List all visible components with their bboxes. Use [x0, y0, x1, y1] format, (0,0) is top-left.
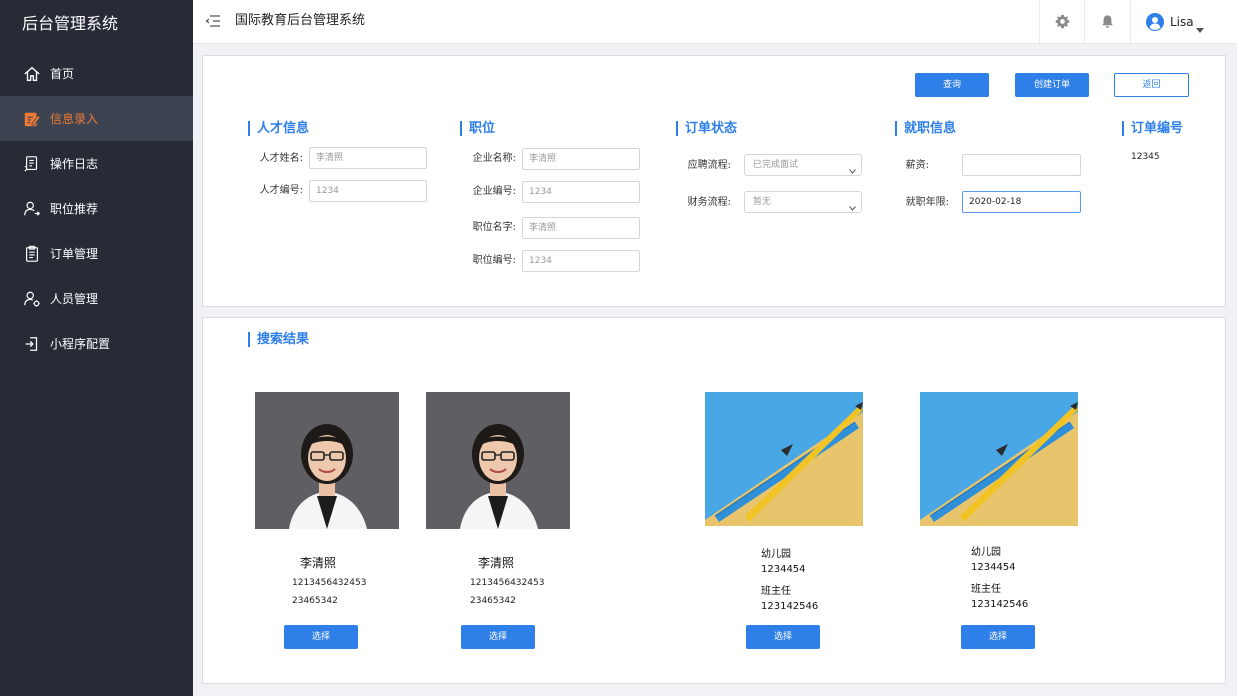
- user-settings-icon: [22, 289, 42, 309]
- position-photo: [705, 392, 863, 526]
- sidebar-item-miniprogram-config[interactable]: 小程序配置: [0, 321, 193, 366]
- position-line: 班主任: [761, 586, 791, 597]
- talent-id-label: 人才编号:: [259, 185, 303, 196]
- position-line: 123142546: [761, 601, 819, 612]
- query-button[interactable]: 查询: [915, 73, 989, 97]
- header-divider: [1039, 0, 1040, 44]
- top-header: 国际教育后台管理系统 Lisa: [193, 0, 1237, 44]
- position-id-input[interactable]: [522, 250, 640, 272]
- section-title-results: 搜索结果: [248, 332, 309, 347]
- page-title: 国际教育后台管理系统: [235, 13, 366, 28]
- apply-process-select[interactable]: 已完成面试: [744, 154, 862, 176]
- finance-process-label: 财务流程:: [687, 197, 731, 208]
- select-button[interactable]: 选择: [284, 625, 358, 649]
- sidebar-item-label: 信息录入: [50, 112, 99, 126]
- user-share-icon: [22, 199, 42, 219]
- header-divider: [1084, 0, 1085, 44]
- user-name[interactable]: Lisa: [1170, 0, 1194, 44]
- position-line: 123142546: [971, 599, 1029, 610]
- select-button[interactable]: 选择: [961, 625, 1035, 649]
- sidebar: 后台管理系统 首页 信息录入 操作日志 职位推荐 订单管理 人员管理 小程序配置: [0, 0, 193, 696]
- section-title-order-id: 订单编号: [1122, 121, 1183, 136]
- header-divider: [1130, 0, 1131, 44]
- order-id-value: 12345: [1131, 152, 1160, 162]
- back-button[interactable]: 返回: [1114, 73, 1189, 97]
- talent-line: 23465342: [292, 596, 338, 606]
- position-line: 1234454: [761, 564, 806, 575]
- talent-line: 1213456432453: [470, 578, 545, 588]
- sidebar-menu: 首页 信息录入 操作日志 职位推荐 订单管理 人员管理 小程序配置: [0, 51, 193, 366]
- sidebar-title: 后台管理系统: [22, 14, 119, 33]
- section-title-talent: 人才信息: [248, 121, 309, 136]
- sidebar-item-order-management[interactable]: 订单管理: [0, 231, 193, 276]
- app-root: 后台管理系统 首页 信息录入 操作日志 职位推荐 订单管理 人员管理 小程序配置…: [0, 0, 1237, 696]
- position-name-input[interactable]: [522, 217, 640, 239]
- sidebar-item-position-recommend[interactable]: 职位推荐: [0, 186, 193, 231]
- talent-line: 1213456432453: [292, 578, 367, 588]
- create-order-button[interactable]: 创建订单: [1015, 73, 1089, 97]
- position-line: 幼儿园: [761, 549, 791, 560]
- talent-photo: [426, 392, 570, 529]
- talent-name-label: 人才姓名:: [259, 153, 303, 164]
- clipboard-icon: [22, 244, 42, 264]
- chevron-down-icon: [849, 162, 856, 174]
- apply-process-value: 已完成面试: [753, 160, 799, 170]
- position-name-label: 职位名字:: [472, 222, 516, 233]
- talent-id-input[interactable]: [309, 180, 427, 202]
- finance-process-select[interactable]: 暂无: [744, 191, 862, 213]
- select-button[interactable]: 选择: [461, 625, 535, 649]
- edit-icon: [22, 109, 42, 129]
- sidebar-item-operation-log[interactable]: 操作日志: [0, 141, 193, 186]
- sidebar-item-staff-management[interactable]: 人员管理: [0, 276, 193, 321]
- menu-collapse-icon[interactable]: [205, 13, 221, 29]
- company-id-label: 企业编号:: [472, 186, 516, 197]
- bell-icon[interactable]: [1100, 14, 1115, 29]
- sidebar-item-label: 小程序配置: [50, 337, 111, 351]
- position-photo: [920, 392, 1078, 526]
- select-button[interactable]: 选择: [746, 625, 820, 649]
- section-title-order-status: 订单状态: [676, 121, 737, 136]
- position-id-label: 职位编号:: [472, 255, 516, 266]
- chevron-down-icon: [849, 199, 856, 211]
- talent-name: 李清照: [478, 556, 515, 570]
- exit-icon: [22, 334, 42, 354]
- sidebar-item-label: 职位推荐: [50, 202, 99, 216]
- section-title-employment: 就职信息: [895, 121, 956, 136]
- talent-name: 李清照: [300, 556, 337, 570]
- sidebar-item-home[interactable]: 首页: [0, 51, 193, 96]
- user-avatar-icon[interactable]: [1146, 13, 1164, 31]
- search-form-panel: 查询 创建订单 返回 人才信息 人才姓名: 人才编号: 职位 企业名称: 企业编…: [202, 55, 1226, 307]
- finance-process-value: 暂无: [753, 197, 772, 207]
- home-icon: [22, 64, 42, 84]
- sidebar-item-label: 首页: [50, 67, 75, 81]
- chevron-down-icon[interactable]: [1196, 19, 1204, 33]
- position-line: 幼儿园: [971, 547, 1001, 558]
- employment-period-input[interactable]: [962, 191, 1081, 213]
- search-results-panel: 搜索结果 李清照 1213456432453 23465342 选择 李清照 1…: [202, 317, 1226, 684]
- company-name-label: 企业名称:: [472, 153, 516, 164]
- company-id-input[interactable]: [522, 181, 640, 203]
- position-line: 班主任: [971, 584, 1001, 595]
- gear-icon[interactable]: [1055, 14, 1070, 29]
- salary-input[interactable]: [962, 154, 1081, 176]
- sidebar-item-label: 人员管理: [50, 292, 99, 306]
- talent-line: 23465342: [470, 596, 516, 606]
- sidebar-item-info-entry[interactable]: 信息录入: [0, 96, 193, 141]
- talent-name-input[interactable]: [309, 147, 427, 169]
- company-name-input[interactable]: [522, 148, 640, 170]
- talent-photo: [255, 392, 399, 529]
- section-title-position: 职位: [460, 121, 495, 136]
- sidebar-item-label: 操作日志: [50, 157, 99, 171]
- log-icon: [22, 154, 42, 174]
- apply-process-label: 应聘流程:: [687, 160, 731, 171]
- salary-label: 薪资:: [905, 160, 929, 171]
- employment-period-label: 就职年限:: [905, 197, 949, 208]
- position-line: 1234454: [971, 562, 1016, 573]
- sidebar-item-label: 订单管理: [50, 247, 99, 261]
